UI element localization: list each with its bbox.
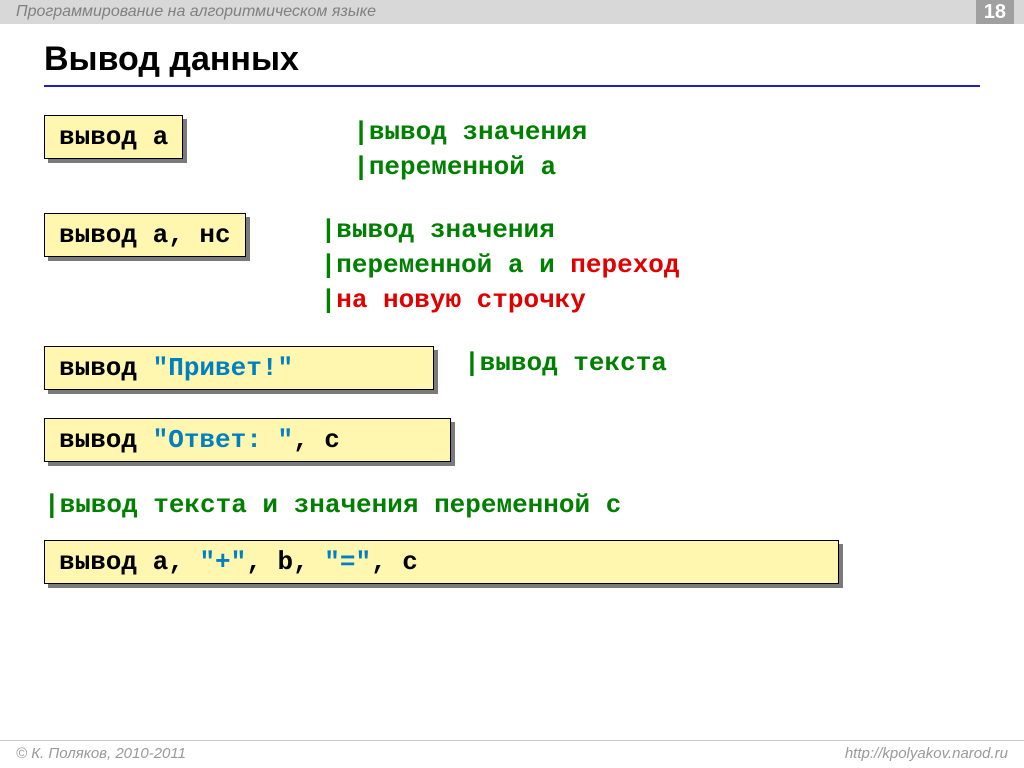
- code-token: , c: [371, 547, 418, 577]
- slide-title: Вывод данных: [44, 40, 980, 79]
- code-token: вывод: [59, 353, 153, 383]
- code-token: вывод: [59, 425, 153, 455]
- codebox: вывод "Ответ: ", c: [44, 418, 451, 462]
- row-comment: |вывод значения |переменной a: [353, 115, 587, 185]
- comment-line: |на новую строчку: [321, 283, 680, 318]
- code-token: вывод a, нс: [59, 220, 231, 250]
- code-token: вывод a,: [59, 547, 199, 577]
- row-3: вывод "Привет!" |вывод текста: [44, 346, 980, 390]
- row-comment: |вывод текста: [464, 346, 667, 381]
- code-token: |переменной a и: [321, 250, 571, 280]
- code-token: вывод a: [59, 122, 168, 152]
- row-4: вывод "Ответ: ", c: [44, 418, 980, 462]
- course-title: Программирование на алгоритмическом язык…: [16, 3, 376, 21]
- title-rule: [44, 85, 980, 87]
- slide-body: Вывод данных вывод a|вывод значения|пере…: [0, 24, 1024, 584]
- comment-line: |переменной a и переход: [321, 248, 680, 283]
- row-comment: |вывод значения|переменной a и переход|н…: [321, 213, 680, 318]
- code-token: "Привет!": [153, 353, 293, 383]
- codebox: вывод a, нс: [44, 213, 246, 257]
- rows-container: вывод a|вывод значения|переменной aвывод…: [44, 115, 980, 462]
- codebox: вывод "Привет!": [44, 346, 434, 390]
- code-token: |переменной a: [353, 152, 556, 182]
- row-1: вывод a |вывод значения |переменной a: [44, 115, 980, 185]
- codebox: вывод a: [44, 115, 183, 159]
- page-number: 18: [976, 0, 1014, 24]
- code-token: |вывод значения: [353, 117, 587, 147]
- code-token: на новую строчку: [336, 285, 586, 315]
- comment-line: |переменной a: [353, 150, 587, 185]
- code-token: , c: [293, 425, 340, 455]
- row5: вывод a, "+", b, "=", c: [44, 540, 980, 584]
- footer: © К. Поляков, 2010-2011 http://kpolyakov…: [0, 740, 1024, 762]
- comment-line: |вывод значения: [353, 115, 587, 150]
- code-token: , b,: [246, 547, 324, 577]
- row5-codebox: вывод a, "+", b, "=", c: [44, 540, 839, 584]
- code-token: "Ответ: ": [153, 425, 293, 455]
- comment-line: |вывод значения: [321, 213, 680, 248]
- code-token: |вывод текста: [464, 348, 667, 378]
- code-token: "+": [199, 547, 246, 577]
- comment-line: |вывод текста: [464, 346, 667, 381]
- code-token: |вывод значения: [321, 215, 555, 245]
- row-2: вывод a, нс|вывод значения|переменной a …: [44, 213, 980, 318]
- footer-url: http://kpolyakov.narod.ru: [845, 745, 1008, 762]
- header-bar: Программирование на алгоритмическом язык…: [0, 0, 1024, 24]
- row4-comment: |вывод текста и значения переменной c: [44, 490, 980, 520]
- code-token: |: [321, 285, 337, 315]
- code-token: "=": [324, 547, 371, 577]
- code-token: переход: [570, 250, 679, 280]
- footer-copyright: © К. Поляков, 2010-2011: [16, 745, 186, 762]
